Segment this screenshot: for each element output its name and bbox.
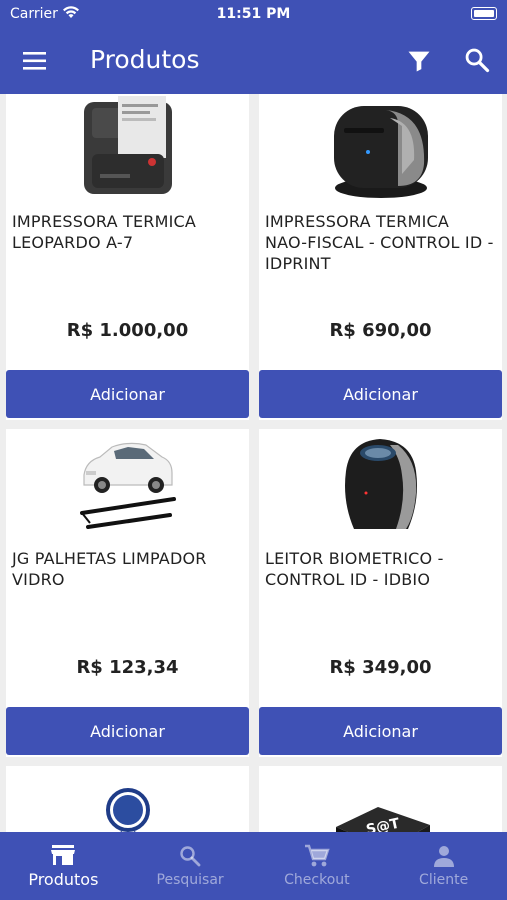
product-card: IMPRESSORA TERMICA NAO-FISCAL - CONTROL … — [259, 94, 502, 420]
search-icon[interactable] — [463, 46, 491, 74]
product-image — [259, 429, 502, 541]
product-image — [6, 94, 249, 204]
add-to-cart-button[interactable]: Adicionar — [259, 370, 502, 418]
product-card: S@T — [259, 766, 502, 832]
battery-icon — [471, 7, 497, 20]
add-to-cart-button[interactable]: Adicionar — [6, 370, 249, 418]
tab-checkout[interactable]: Checkout — [254, 832, 381, 900]
product-image — [6, 766, 249, 832]
page-title: Produtos — [90, 45, 200, 74]
product-name: IMPRESSORA TERMICA NAO-FISCAL - CONTROL … — [265, 212, 494, 273]
bottom-tab-bar: Produtos Pesquisar Checkout Cliente — [0, 832, 507, 900]
product-name: LEITOR BIOMETRICO - CONTROL ID - IDBIO — [265, 549, 444, 589]
app-bar: Produtos — [0, 28, 507, 94]
cart-icon — [304, 844, 330, 867]
product-price: R$ 1.000,00 — [66, 320, 189, 341]
product-card: LEITOR BIOMETRICO - CONTROL ID - IDBIO R… — [259, 429, 502, 757]
product-card: IMPRESSORA TERMICA LEOPARDO A-7 R$ 1.000… — [6, 94, 249, 420]
product-image — [259, 94, 502, 204]
menu-icon[interactable] — [22, 50, 48, 72]
product-card: JG PALHETAS LIMPADOR VIDRO R$ 123,34 Adi… — [6, 429, 249, 757]
product-image — [6, 429, 249, 541]
tab-label: Cliente — [419, 872, 469, 888]
product-price: R$ 123,34 — [76, 657, 179, 678]
product-name: IMPRESSORA TERMICA LEOPARDO A-7 — [12, 212, 197, 252]
product-grid[interactable]: IMPRESSORA TERMICA LEOPARDO A-7 R$ 1.000… — [0, 94, 507, 832]
tab-label: Produtos — [28, 870, 99, 889]
product-price: R$ 690,00 — [329, 320, 432, 341]
tab-pesquisar[interactable]: Pesquisar — [127, 832, 254, 900]
add-to-cart-button[interactable]: Adicionar — [6, 707, 249, 755]
search-icon — [180, 846, 201, 867]
filter-icon[interactable] — [405, 47, 433, 75]
add-to-cart-button[interactable]: Adicionar — [259, 707, 502, 755]
product-card — [6, 766, 249, 832]
tab-label: Pesquisar — [156, 872, 224, 888]
product-price: R$ 349,00 — [329, 657, 432, 678]
product-image: S@T — [259, 766, 502, 832]
status-bar: Carrier 11:51 PM — [0, 0, 507, 28]
clock: 11:51 PM — [216, 6, 291, 22]
tab-cliente[interactable]: Cliente — [380, 832, 507, 900]
person-icon — [433, 846, 454, 867]
tab-produtos[interactable]: Produtos — [0, 832, 127, 900]
tab-label: Checkout — [284, 872, 350, 888]
product-name: JG PALHETAS LIMPADOR VIDRO — [12, 549, 207, 589]
store-icon — [51, 845, 76, 865]
